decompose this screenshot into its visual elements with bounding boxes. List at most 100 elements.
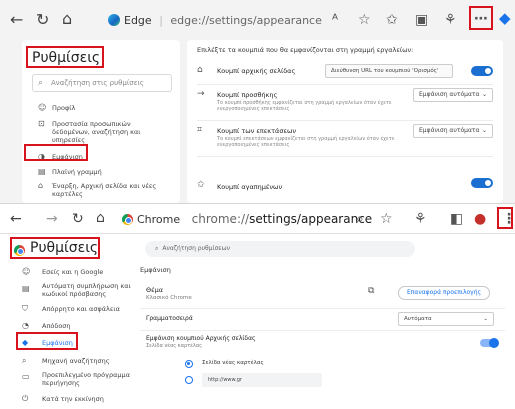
- home-icon[interactable]: ⌂: [96, 210, 105, 226]
- chevron-down-icon: ⌄: [481, 127, 487, 134]
- puzzle-icon: ⌗: [197, 125, 203, 135]
- edge-url-path: edge://settings/appearance: [170, 14, 322, 27]
- search-icon: ⌕: [155, 245, 159, 252]
- custom-url-field[interactable]: http://www.gr: [202, 373, 322, 387]
- read-aloud-icon[interactable]: ᴬ: [332, 13, 338, 27]
- reset-theme-button[interactable]: Επαναφορά προεπιλογής: [398, 286, 491, 300]
- chrome-logo-icon: [122, 214, 133, 225]
- highlight-appearance: [16, 332, 78, 350]
- add-button-select[interactable]: Εμφάνιση αυτόματα ⌄: [413, 88, 493, 102]
- chrome-search-placeholder: Αναζήτηση ρυθμίσεων: [162, 245, 231, 252]
- edge-logo-icon: [108, 14, 120, 26]
- shield-icon: ⛉: [22, 304, 28, 313]
- open-external-icon[interactable]: ⧉: [368, 286, 374, 296]
- edge-settings-sidebar: Ρυθμίσεις ⌕ Αναζήτηση στις ρυθμίσεις ☺ Πρ…: [22, 40, 180, 203]
- theme-value: Κλασικό Chrome: [146, 295, 192, 301]
- home-button-toggle[interactable]: [480, 338, 499, 348]
- clipboard-icon: ▤: [22, 284, 30, 293]
- chevron-down-icon: ⌄: [481, 91, 487, 98]
- lock-icon: ⊡: [38, 119, 45, 128]
- sidebar-item-performance[interactable]: Απόδοση: [42, 322, 71, 330]
- edge-settings-search[interactable]: ⌕ Αναζήτηση στις ρυθμίσεις: [32, 74, 172, 92]
- edge-address-bar[interactable]: Edge | edge://settings/appearance: [108, 11, 358, 31]
- profile-icon: ☺: [38, 103, 47, 112]
- extensions-button-desc: Το κουμπί επεκτάσεων εμφανίζεται στη γρα…: [217, 136, 395, 148]
- profile-avatar-icon[interactable]: ●: [474, 212, 486, 226]
- power-icon: ⏻: [22, 394, 29, 403]
- chevron-down-icon: ⌄: [483, 316, 488, 322]
- home-icon: ⌂: [197, 65, 203, 75]
- search-icon: ⌕: [38, 78, 44, 88]
- home-icon[interactable]: ⌂: [62, 11, 72, 27]
- zoom-icon[interactable]: ⌕: [356, 212, 364, 226]
- sidebar-item-privacy[interactable]: ⊡ Προστασία προσωπικών δεδομένων, αναζήτη…: [38, 120, 162, 145]
- radio-custom-url[interactable]: [185, 376, 193, 384]
- extensions-icon[interactable]: ⚘: [414, 212, 427, 226]
- sidebar-item-default-browser[interactable]: Προεπιλεγμένο πρόγραμμα περιήγησης: [42, 371, 132, 387]
- highlight-appearance: [24, 144, 88, 161]
- appearance-section-title: Εμφάνιση: [140, 266, 171, 274]
- edge-toolbar: ← ↻ ⌂ Edge | edge://settings/appearance …: [0, 0, 515, 40]
- radio-new-tab-label: Σελίδα νέας καρτέλας: [202, 360, 264, 366]
- chrome-address-bar[interactable]: Chrome chrome://settings/appearance: [122, 210, 422, 228]
- sidebar-item-search-engine[interactable]: Μηχανή αναζήτησης: [42, 357, 110, 365]
- highlight-settings-title: [10, 237, 100, 259]
- chrome-toolbar: ← → ↻ ⌂ Chrome chrome://settings/appeara…: [0, 204, 515, 234]
- chrome-settings-search[interactable]: ⌕ Αναζήτηση ρυθμίσεων: [145, 241, 415, 257]
- favorite-star-icon[interactable]: ☆: [358, 13, 371, 27]
- arrow-right-icon: →: [197, 89, 205, 99]
- user-icon: ☺: [22, 267, 31, 276]
- font-select[interactable]: Αυτόματα ⌄: [398, 312, 494, 326]
- collections-icon[interactable]: ▣: [415, 13, 428, 27]
- extensions-button-title: Κουμπί των επεκτάσεων: [217, 127, 297, 135]
- chrome-url-label: Chrome: [137, 213, 181, 226]
- home-button-title: Κουμπί αρχικής σελίδας: [217, 67, 296, 75]
- home-url-field[interactable]: Διεύθυνση URL του κουμπιού 'Ορισμός': [325, 64, 453, 78]
- appearance-card: Θέμα Κλασικό Chrome ⧉ Επαναφορά προεπιλο…: [140, 280, 505, 409]
- toolbar-buttons-heading: Επιλέξτε τα κουμπιά που θα εμφανίζονται …: [197, 46, 414, 54]
- chrome-window: ← → ↻ ⌂ Chrome chrome://settings/appeara…: [0, 203, 515, 409]
- favorites-button-toggle[interactable]: [471, 178, 493, 188]
- sidebar-item-autofill[interactable]: Αυτόματη συμπλήρωση και κωδικοί πρόσβαση…: [42, 282, 132, 298]
- home-icon: ⌂: [38, 181, 44, 190]
- forward-icon[interactable]: →: [46, 211, 58, 227]
- refresh-icon[interactable]: ↻: [36, 12, 49, 28]
- highlight-more-menu: [469, 6, 493, 30]
- home-button-toggle[interactable]: [471, 66, 493, 76]
- back-icon[interactable]: ←: [10, 12, 23, 28]
- sidebar-icon: ▤: [38, 167, 46, 176]
- divider: [197, 120, 493, 121]
- sidebar-item-label: Προφίλ: [52, 104, 76, 112]
- sidebar-item-privacy[interactable]: Απόρρητο και ασφάλεια: [42, 305, 120, 313]
- theme-label: Θέμα: [146, 286, 164, 294]
- side-panel-icon[interactable]: ◧: [450, 212, 463, 226]
- home-button-label: Εμφάνιση κουμπιού Αρχικής σελίδας: [146, 335, 256, 342]
- edge-window: ← ↻ ⌂ Edge | edge://settings/appearance …: [0, 0, 515, 203]
- copilot-icon[interactable]: ◆: [499, 11, 511, 26]
- font-label: Γραμματοσειρά: [146, 315, 193, 322]
- bookmark-star-icon[interactable]: ☆: [380, 212, 393, 226]
- sidebar-item-label: Προστασία προσωπικών δεδομένων, αναζήτησ…: [52, 120, 141, 144]
- sidebar-item-start-home[interactable]: ⌂ Έναρξη, Αρχική σελίδα και νέες καρτέλες: [38, 182, 162, 199]
- add-button-desc: Το κουμπί προσθήκης εμφανίζεται στη γραμ…: [217, 100, 392, 112]
- extensions-icon[interactable]: ⚘: [444, 13, 457, 27]
- search-icon: ⌕: [22, 356, 27, 365]
- highlight-settings-title: [26, 46, 104, 68]
- extensions-button-select[interactable]: Εμφάνιση αυτόματα ⌄: [413, 124, 493, 138]
- select-value: Εμφάνιση αυτόματα: [419, 91, 480, 98]
- radio-new-tab[interactable]: [185, 360, 193, 368]
- favorites-icon[interactable]: ✩: [386, 13, 398, 27]
- favorites-icon: ✩: [197, 180, 205, 190]
- sidebar-item-sidebar[interactable]: ▤ Πλαϊνή γραμμή: [38, 168, 102, 177]
- back-icon[interactable]: ←: [10, 211, 22, 227]
- sidebar-item-label: Πλαϊνή γραμμή: [52, 168, 102, 176]
- divider: [197, 84, 493, 85]
- sidebar-item-on-startup[interactable]: Κατά την εκκίνηση: [42, 395, 104, 403]
- refresh-icon[interactable]: ↻: [72, 211, 84, 227]
- home-button-sublabel: Σελίδα νέας καρτέλας: [146, 343, 203, 349]
- sidebar-item-profile[interactable]: ☺ Προφίλ: [38, 104, 76, 113]
- select-value: Εμφάνιση αυτόματα: [419, 127, 480, 134]
- sidebar-item-you-google[interactable]: Εσείς και η Google: [42, 268, 103, 276]
- divider: [140, 308, 505, 309]
- select-value: Αυτόματα: [404, 316, 432, 322]
